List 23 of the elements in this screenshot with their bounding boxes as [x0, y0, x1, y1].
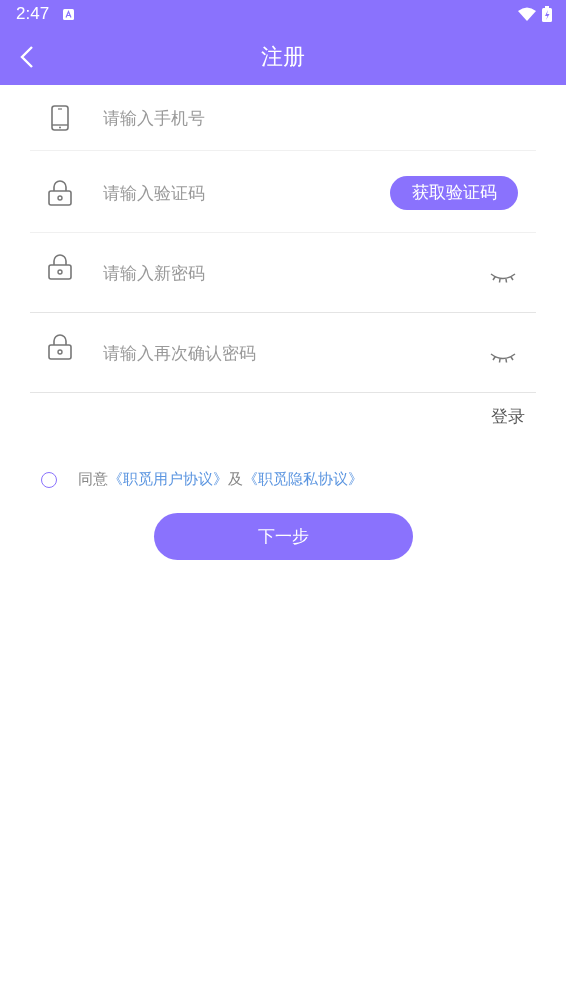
phone-icon	[51, 104, 69, 131]
lock-icon	[48, 179, 72, 206]
wifi-icon	[518, 7, 536, 21]
next-step-button[interactable]: 下一步	[153, 513, 413, 560]
input-field[interactable]: 请输入验证码	[101, 181, 390, 204]
closed-eye-icon	[490, 351, 516, 364]
battery-icon	[542, 6, 552, 22]
agreement-prefix: 同意	[78, 471, 108, 487]
input-field[interactable]: 请输入手机号	[101, 106, 536, 129]
input-field[interactable]: 请输入再次确认密码	[101, 341, 490, 364]
privacy-policy-link[interactable]: 《职觅隐私协议》	[243, 471, 363, 487]
lock-icon	[48, 333, 72, 360]
user-agreement-link[interactable]: 《职觅用户协议》	[108, 471, 228, 487]
closed-eye-icon	[490, 271, 516, 284]
status-time: 2:47	[16, 4, 50, 24]
login-link[interactable]: 登录	[491, 405, 525, 428]
page-title: 注册	[261, 42, 305, 71]
agreement-conjunction: 及	[228, 471, 243, 487]
notification-icon	[63, 8, 75, 20]
input-field[interactable]: 请输入新密码	[101, 261, 490, 284]
get-code-button[interactable]: 获取验证码	[390, 175, 518, 210]
lock-icon	[48, 253, 72, 280]
back-icon	[20, 45, 34, 69]
